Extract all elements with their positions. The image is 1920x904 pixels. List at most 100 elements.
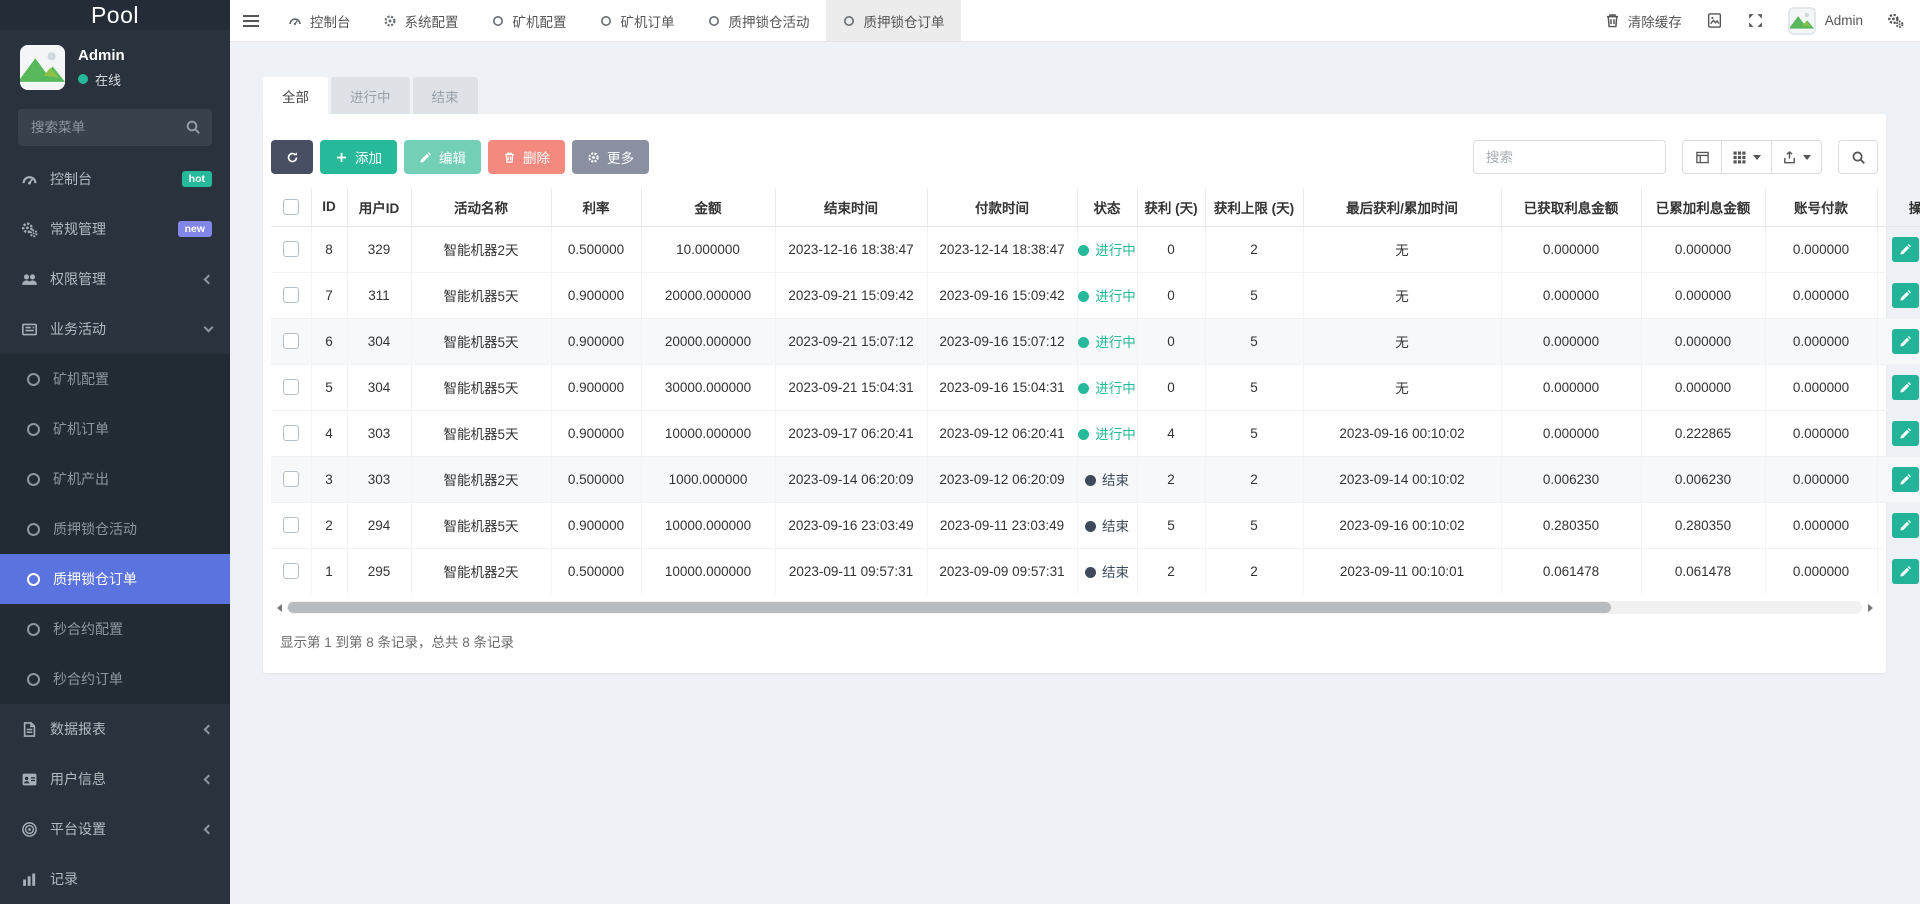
actions-cell xyxy=(1876,363,1920,410)
menu-toggle-button[interactable] xyxy=(230,0,272,42)
filter-tab[interactable]: 进行中 xyxy=(331,77,410,114)
table-body: 8 329 智能机器2天 0.500000 10.000000 2023-12-16 18… xyxy=(271,225,1920,594)
row-checkbox[interactable] xyxy=(282,425,299,441)
profit_cap-cell: 2 xyxy=(1205,225,1304,272)
edit-row-button[interactable] xyxy=(1892,328,1920,354)
delete-button[interactable]: 删除 xyxy=(488,140,565,174)
edit-row-button[interactable] xyxy=(1892,282,1920,308)
column-header: 获利 (天) xyxy=(1137,188,1206,227)
sidebar-subitem-label: 质押锁仓订单 xyxy=(53,571,137,587)
column-header: 获利上限 (天) xyxy=(1205,188,1304,227)
interest_earned-cell: 0.000000 xyxy=(1501,363,1642,410)
row-checkbox[interactable] xyxy=(282,333,299,349)
pay_time-cell: 2023-09-16 15:07:12 xyxy=(927,317,1078,364)
filter-tab[interactable]: 全部 xyxy=(263,77,328,114)
end_time-value: 2023-09-14 06:20:09 xyxy=(788,471,914,487)
edit-row-button[interactable] xyxy=(1892,466,1920,492)
row-checkbox[interactable] xyxy=(282,517,299,533)
account_payment-cell: 0.000000 xyxy=(1765,363,1878,410)
row-checkbox[interactable] xyxy=(282,287,299,303)
sidebar-item[interactable]: 常规管理 new xyxy=(0,204,230,254)
search-button[interactable] xyxy=(1838,140,1878,174)
online-dot-icon xyxy=(78,74,88,84)
user_id-cell: 303 xyxy=(347,455,412,502)
sidebar-item[interactable]: 数据报表 xyxy=(0,704,230,754)
add-button[interactable]: 添加 xyxy=(320,140,397,174)
sidebar-item[interactable]: 业务活动 xyxy=(0,304,230,354)
user_id-value: 304 xyxy=(367,333,391,349)
sidebar-subitem[interactable]: 质押锁仓活动 xyxy=(0,504,230,554)
pay_time-cell: 2023-09-16 15:09:42 xyxy=(927,271,1078,318)
edit-row-button[interactable] xyxy=(1892,512,1920,538)
sidebar-item[interactable]: 权限管理 xyxy=(0,254,230,304)
columns-button[interactable] xyxy=(1722,140,1772,174)
table-search-input[interactable] xyxy=(1473,140,1666,174)
orders-table: ID 用户ID 活动名称 利率 金额 结束时间 付款时间 状态 获利 (天) 获利上限 (天) 最后… xyxy=(271,188,1920,594)
card-view-button[interactable] xyxy=(1682,140,1722,174)
sidebar-item[interactable]: 平台设置 xyxy=(0,804,230,854)
sidebar-subitem[interactable]: 质押锁仓订单 xyxy=(0,554,230,604)
refresh-button[interactable] xyxy=(271,140,313,174)
more-button[interactable]: 更多 xyxy=(572,140,649,174)
sidebar-subitem[interactable]: 矿机配置 xyxy=(0,354,230,404)
edit-row-button[interactable] xyxy=(1892,420,1920,446)
topbar-tab[interactable]: 质押锁仓活动 xyxy=(691,0,826,41)
language-file-icon[interactable] xyxy=(1706,12,1723,29)
topbar-tab[interactable]: 矿机配置 xyxy=(475,0,583,41)
activity-value: 智能机器5天 xyxy=(443,381,519,396)
status-cell: 进行中 xyxy=(1077,317,1138,364)
user_id-cell: 304 xyxy=(347,317,412,364)
profit_cap-value: 2 xyxy=(1250,241,1258,257)
column-header-label: 已获取利息金额 xyxy=(1523,200,1619,216)
row-checkbox[interactable] xyxy=(282,563,299,580)
edit-button[interactable]: 编辑 xyxy=(404,140,481,174)
sidebar-subitem[interactable]: 秒合约订单 xyxy=(0,654,230,704)
sidebar-subitem[interactable]: 矿机产出 xyxy=(0,454,230,504)
sidebar-item[interactable]: 用户信息 xyxy=(0,754,230,804)
edit-row-button[interactable] xyxy=(1892,236,1920,262)
scrollbar-thumb[interactable] xyxy=(288,602,1611,613)
checkbox-cell xyxy=(271,455,312,502)
id-value: 1 xyxy=(325,563,333,579)
settings-gears-icon[interactable] xyxy=(1887,12,1904,29)
sidebar-search-input[interactable] xyxy=(18,109,212,146)
interest_accrued-cell: 0.000000 xyxy=(1641,225,1766,272)
topbar-tab[interactable]: 系统配置 xyxy=(367,0,475,41)
sidebar-subitem[interactable]: 秒合约配置 xyxy=(0,604,230,654)
amount-cell: 20000.000000 xyxy=(641,317,776,364)
fullscreen-icon[interactable] xyxy=(1747,12,1764,29)
chevron-down-icon xyxy=(1803,154,1811,160)
profit_cap-value: 5 xyxy=(1250,333,1258,349)
export-button[interactable] xyxy=(1772,140,1822,174)
circle-icon xyxy=(599,14,613,28)
profit_cap-value: 2 xyxy=(1250,563,1258,579)
clear-cache-button[interactable]: 清除缓存 xyxy=(1604,11,1682,31)
edit-row-button[interactable] xyxy=(1892,374,1920,400)
scroll-left-arrow[interactable] xyxy=(271,601,287,614)
pay_time-cell: 2023-09-12 06:20:41 xyxy=(927,409,1078,456)
sidebar-item[interactable]: 记录 xyxy=(0,854,230,904)
sidebar: Pool Admin 在线 控制台 hot 常规管理 new 权限管理业务活动矿机配置矿… xyxy=(0,0,230,904)
scroll-right-arrow[interactable] xyxy=(1862,601,1878,614)
last_profit_time-cell: 2023-09-16 00:10:02 xyxy=(1303,409,1502,456)
last_profit_time-value: 无 xyxy=(1395,381,1409,396)
column-header-label: 获利上限 (天) xyxy=(1213,200,1295,216)
sidebar-item[interactable]: 控制台 hot xyxy=(0,154,230,204)
sidebar-subitem[interactable]: 矿机订单 xyxy=(0,404,230,454)
topbar-tab[interactable]: 质押锁仓订单 xyxy=(825,0,961,41)
topbar-tab[interactable]: 控制台 xyxy=(272,0,367,41)
last_profit_time-cell: 无 xyxy=(1303,317,1502,364)
user_id-value: 295 xyxy=(367,563,391,579)
users-icon xyxy=(21,271,38,288)
select-all-checkbox[interactable] xyxy=(282,198,299,215)
row-checkbox[interactable] xyxy=(282,241,299,257)
user-menu[interactable]: Admin xyxy=(1787,6,1863,35)
interest_accrued-value: 0.222865 xyxy=(1674,425,1732,441)
filter-tab[interactable]: 结束 xyxy=(412,77,478,114)
row-checkbox[interactable] xyxy=(282,379,299,395)
row-checkbox[interactable] xyxy=(282,471,299,487)
scrollbar-track[interactable] xyxy=(287,601,1862,614)
pay_time-value: 2023-09-09 09:57:31 xyxy=(939,563,1065,579)
topbar-tab[interactable]: 矿机订单 xyxy=(583,0,691,41)
edit-row-button[interactable] xyxy=(1892,558,1920,584)
